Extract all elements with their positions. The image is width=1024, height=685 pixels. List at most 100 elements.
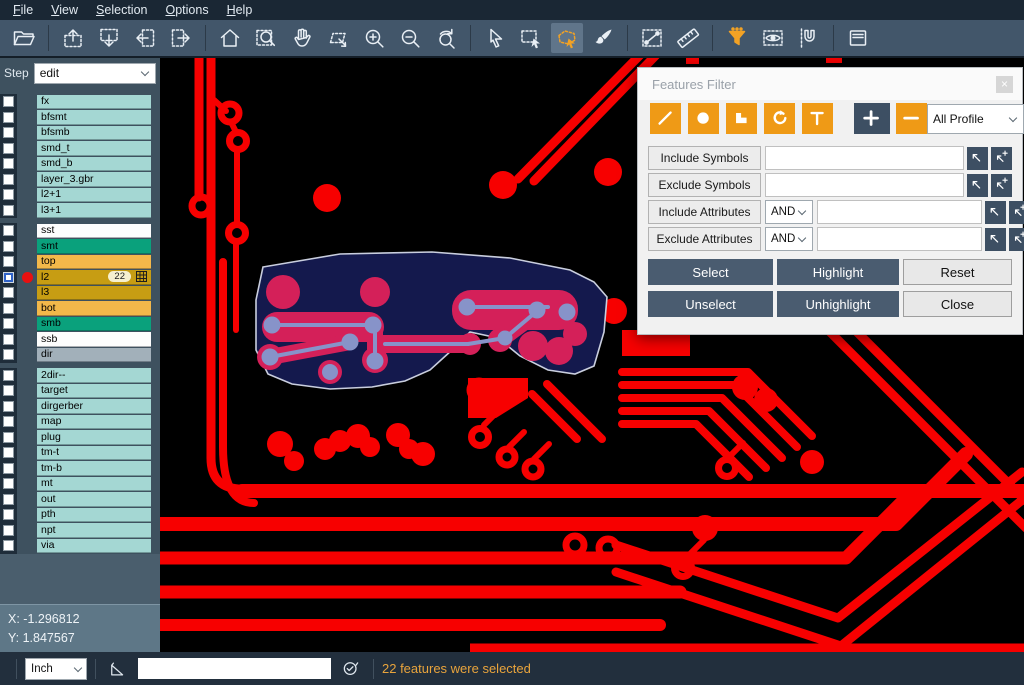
- feature-type-line-button[interactable]: [650, 103, 681, 134]
- layer-name[interactable]: smd_b: [37, 157, 151, 172]
- layer-row-smd_t[interactable]: smd_t: [0, 141, 151, 157]
- feature-type-pad-button[interactable]: [688, 103, 719, 134]
- layer-name[interactable]: out: [37, 492, 151, 507]
- and-or-dropdown[interactable]: AND: [765, 200, 813, 224]
- dialog-titlebar[interactable]: Features Filter ×: [638, 68, 1022, 100]
- layer-checkbox[interactable]: [3, 385, 14, 396]
- feature-type-surface-button[interactable]: [726, 103, 757, 134]
- command-input[interactable]: [138, 658, 331, 679]
- arrow-select-button[interactable]: [967, 147, 988, 170]
- layer-checkbox[interactable]: [3, 96, 14, 107]
- layer-name[interactable]: sst: [37, 224, 151, 239]
- tool-zoom-region[interactable]: [322, 23, 354, 53]
- pcb-canvas[interactable]: Features Filter × All Profile Include Sy…: [160, 58, 1024, 652]
- tool-zoom-in[interactable]: [358, 23, 390, 53]
- layer-checkbox[interactable]: [3, 370, 14, 381]
- layer-checkbox[interactable]: [3, 432, 14, 443]
- layer-checkbox[interactable]: [3, 303, 14, 314]
- layer-row-top[interactable]: top: [0, 254, 151, 270]
- step-dropdown[interactable]: edit: [34, 63, 156, 84]
- layer-checkbox[interactable]: [3, 525, 14, 536]
- layer-row-plug[interactable]: plug: [0, 430, 151, 446]
- tool-snap-magnet[interactable]: [793, 23, 825, 53]
- layer-row-smd_b[interactable]: smd_b: [0, 156, 151, 172]
- arrow-select-add-button[interactable]: [1009, 201, 1024, 224]
- tool-select-rect[interactable]: [515, 23, 547, 53]
- profile-dropdown[interactable]: All Profile: [927, 104, 1024, 134]
- layer-row-ssb[interactable]: ssb: [0, 332, 151, 348]
- arrow-select-add-button[interactable]: [1009, 228, 1024, 251]
- feature-type-text-button[interactable]: [802, 103, 833, 134]
- layer-name[interactable]: ssb: [37, 332, 151, 347]
- close-button[interactable]: Close: [903, 291, 1012, 317]
- exclude-attributes-button[interactable]: Exclude Attributes: [648, 227, 761, 251]
- layer-checkbox[interactable]: [3, 478, 14, 489]
- layer-name[interactable]: fx: [37, 95, 151, 110]
- tool-pan-down[interactable]: [93, 23, 125, 53]
- layer-row-l2+1[interactable]: l2+1: [0, 187, 151, 203]
- layer-checkbox[interactable]: [3, 509, 14, 520]
- tool-select-polygon[interactable]: [551, 23, 583, 53]
- layer-name[interactable]: l3: [37, 286, 151, 301]
- sync-icon[interactable]: [341, 659, 361, 679]
- layer-row-pth[interactable]: pth: [0, 507, 151, 523]
- layer-name[interactable]: plug: [37, 430, 151, 445]
- layer-row-bfsmb[interactable]: bfsmb: [0, 125, 151, 141]
- layer-checkbox[interactable]: [3, 158, 14, 169]
- arrow-select-add-button[interactable]: [991, 174, 1012, 197]
- layer-row-npt[interactable]: npt: [0, 523, 151, 539]
- layer-row-target[interactable]: target: [0, 383, 151, 399]
- layer-checkbox[interactable]: [3, 349, 14, 360]
- arrow-select-button[interactable]: [985, 228, 1006, 251]
- feature-type-arc-button[interactable]: [764, 103, 795, 134]
- layer-name[interactable]: bfsmt: [37, 110, 151, 125]
- layer-row-bfsmt[interactable]: bfsmt: [0, 110, 151, 126]
- layer-row-dir[interactable]: dir: [0, 347, 151, 363]
- layer-name[interactable]: l3+1: [37, 203, 151, 218]
- layer-checkbox[interactable]: [3, 127, 14, 138]
- layer-name[interactable]: dirgerber: [37, 399, 151, 414]
- layer-row-tm-t[interactable]: tm-t: [0, 445, 151, 461]
- menu-selection[interactable]: Selection: [87, 1, 156, 19]
- layer-row-map[interactable]: map: [0, 414, 151, 430]
- filter-value-input[interactable]: [765, 173, 964, 197]
- selection-region[interactable]: [256, 252, 607, 389]
- layer-name[interactable]: smt: [37, 239, 151, 254]
- layer-name[interactable]: smd_t: [37, 141, 151, 156]
- tool-filter[interactable]: [721, 23, 753, 53]
- layer-checkbox[interactable]: [3, 416, 14, 427]
- tool-pan-up[interactable]: [57, 23, 89, 53]
- layer-name[interactable]: mt: [37, 477, 151, 492]
- layer-row-l3[interactable]: l3: [0, 285, 151, 301]
- tool-home[interactable]: [214, 23, 246, 53]
- layer-row-via[interactable]: via: [0, 538, 151, 554]
- include-symbols-button[interactable]: Include Symbols: [648, 146, 761, 170]
- layer-name[interactable]: smb: [37, 317, 151, 332]
- tool-brush[interactable]: [587, 23, 619, 53]
- and-or-dropdown[interactable]: AND: [765, 227, 813, 251]
- layer-checkbox[interactable]: [3, 401, 14, 412]
- layer-name[interactable]: tm-b: [37, 461, 151, 476]
- layer-row-dirgerber[interactable]: dirgerber: [0, 399, 151, 415]
- layer-checkbox[interactable]: [3, 189, 14, 200]
- layer-name[interactable]: bot: [37, 301, 151, 316]
- layer-checkbox[interactable]: [3, 318, 14, 329]
- layer-checkbox[interactable]: [3, 143, 14, 154]
- arrow-select-button[interactable]: [985, 201, 1006, 224]
- tool-pan-left[interactable]: [129, 23, 161, 53]
- unselect-button[interactable]: Unselect: [648, 291, 773, 317]
- exclude-symbols-button[interactable]: Exclude Symbols: [648, 173, 761, 197]
- menu-view[interactable]: View: [42, 1, 87, 19]
- tool-ruler[interactable]: [672, 23, 704, 53]
- layer-name[interactable]: via: [37, 539, 151, 554]
- layer-row-layer_3.gbr[interactable]: layer_3.gbr: [0, 172, 151, 188]
- layer-name[interactable]: layer_3.gbr: [37, 172, 151, 187]
- layer-checkbox[interactable]: [3, 494, 14, 505]
- layer-name[interactable]: pth: [37, 508, 151, 523]
- arrow-select-button[interactable]: [967, 174, 988, 197]
- arrow-select-add-button[interactable]: [991, 147, 1012, 170]
- layer-row-l2[interactable]: l222: [0, 270, 151, 286]
- tool-layers-panel[interactable]: [842, 23, 874, 53]
- layer-name[interactable]: target: [37, 384, 151, 399]
- layer-name[interactable]: l222: [37, 270, 151, 285]
